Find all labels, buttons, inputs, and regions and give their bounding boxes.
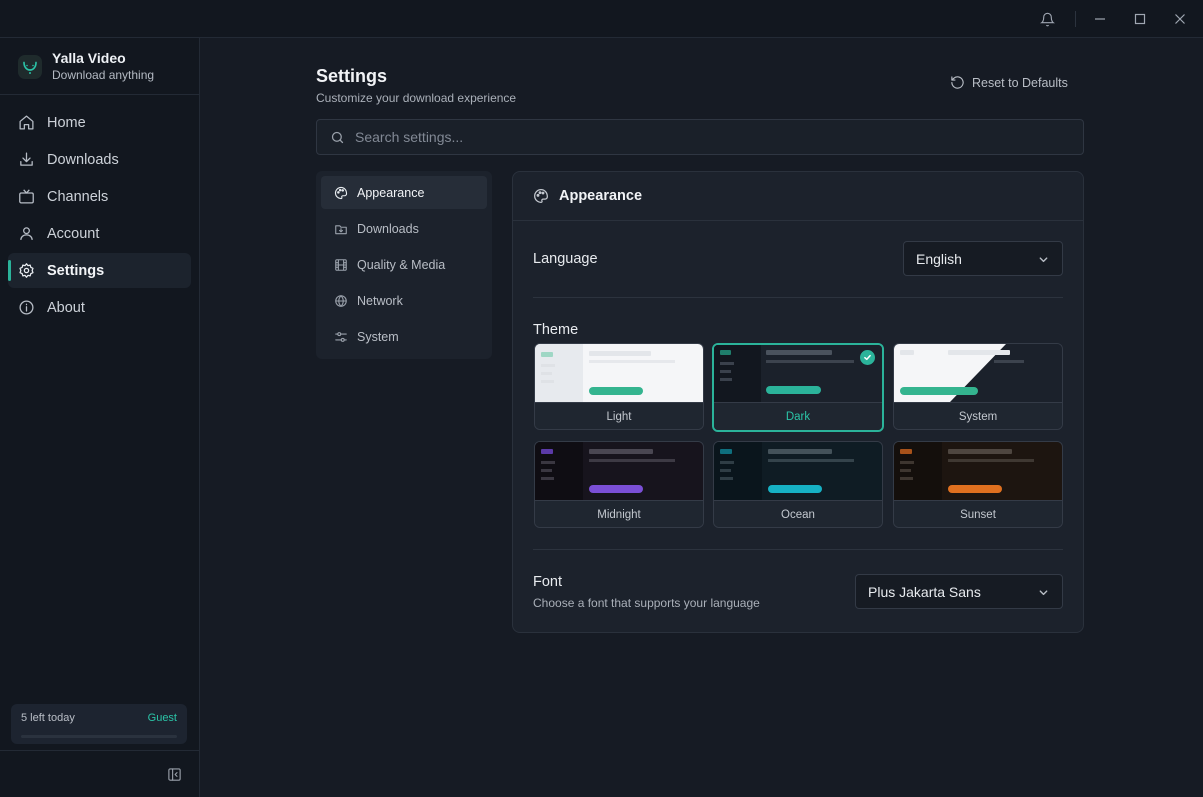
selected-check-icon [860,350,875,365]
sidebar-item-label: Settings [47,262,105,279]
titlebar-divider [1075,11,1076,27]
sidebar-item-label: Downloads [47,151,119,168]
home-icon [19,115,34,130]
sidebar-item-channels[interactable]: Channels [8,179,191,214]
theme-preview-light [535,344,703,402]
category-appearance[interactable]: Appearance [321,176,487,209]
sidebar: Yalla Video Download anything Home Downl… [0,38,200,797]
category-label: Quality & Media [357,257,446,272]
language-label: Language [533,251,598,267]
category-label: System [357,329,399,344]
minimize-icon[interactable] [1090,9,1110,29]
account-badge[interactable]: Guest [148,712,177,724]
search-icon [331,131,344,143]
title-bar [0,0,1203,38]
theme-name: Sunset [894,500,1062,527]
sliders-icon [335,331,347,342]
close-icon[interactable] [1170,9,1190,29]
sidebar-divider [0,750,199,751]
appearance-card: Appearance Language English Theme Light [512,171,1084,633]
theme-option-light[interactable]: Light [534,343,704,430]
app-tagline: Download anything [52,68,155,82]
chevron-down-icon [1039,590,1048,596]
collapse-sidebar-icon[interactable] [167,767,182,782]
page-subtitle: Customize your download experience [316,91,517,105]
language-select[interactable]: English [903,241,1063,276]
sidebar-item-label: About [47,299,85,316]
maximize-icon[interactable] [1130,9,1150,29]
user-icon [20,227,33,240]
globe-icon [335,294,347,307]
app-name: Yalla Video [52,50,126,66]
sidebar-item-settings[interactable]: Settings [8,253,191,288]
film-icon [335,258,347,271]
category-quality-media[interactable]: Quality & Media [321,248,487,281]
theme-preview-system [894,344,1062,402]
theme-label: Theme [533,322,579,338]
sidebar-item-downloads[interactable]: Downloads [8,142,191,177]
theme-option-system[interactable]: System [893,343,1063,430]
reset-icon [951,76,964,89]
section-divider [533,549,1063,550]
theme-preview-dark [714,345,882,402]
font-description: Choose a font that supports your languag… [533,596,760,610]
daily-quota: 5 left today Guest [11,704,187,744]
palette-icon [334,186,348,199]
theme-preview-midnight [535,442,703,500]
download-icon [20,152,33,166]
font-label: Font [533,574,563,590]
font-select[interactable]: Plus Jakarta Sans [855,574,1063,609]
category-label: Network [357,293,403,308]
category-label: Appearance [357,185,425,200]
info-icon [19,300,34,315]
sidebar-item-label: Account [47,225,100,242]
font-value: Plus Jakarta Sans [868,583,981,600]
theme-name: Ocean [714,500,882,527]
category-system[interactable]: System [321,320,487,353]
page-title: Settings [316,66,388,86]
theme-option-midnight[interactable]: Midnight [534,441,704,528]
sidebar-item-about[interactable]: About [8,290,191,325]
palette-icon [534,189,548,203]
sidebar-divider [0,94,199,95]
theme-option-sunset[interactable]: Sunset [893,441,1063,528]
gear-icon [19,263,34,278]
bell-icon[interactable] [1037,9,1057,29]
folder-download-icon [335,224,347,234]
app-logo-icon [18,54,42,79]
sidebar-nav: Home Downloads Channels Account Settings… [8,105,191,327]
theme-option-dark[interactable]: Dark [712,343,884,432]
theme-preview-ocean [714,442,882,500]
sidebar-item-label: Channels [47,188,109,205]
tv-icon [19,189,34,204]
search-input[interactable] [355,129,1035,145]
theme-name: Dark [714,402,882,430]
settings-categories: Appearance Downloads Quality & Media Net… [316,171,492,359]
theme-preview-sunset [894,442,1062,500]
language-value: English [916,250,962,267]
reset-label: Reset to Defaults [972,75,1068,90]
theme-name: Midnight [535,500,703,527]
section-divider [533,297,1063,298]
theme-name: System [894,402,1062,429]
reset-defaults-button[interactable]: Reset to Defaults [950,75,1068,90]
card-title: Appearance [559,188,643,204]
quota-progress [21,735,177,738]
theme-option-ocean[interactable]: Ocean [713,441,883,528]
search-bar [316,119,1084,155]
chevron-down-icon [1039,257,1048,263]
card-header: Appearance [513,172,1083,221]
theme-name: Light [535,402,703,429]
category-downloads[interactable]: Downloads [321,212,487,245]
sidebar-item-label: Home [47,114,86,131]
sidebar-item-account[interactable]: Account [8,216,191,251]
brand: Yalla Video Download anything [18,50,154,83]
sidebar-item-home[interactable]: Home [8,105,191,140]
category-network[interactable]: Network [321,284,487,317]
category-label: Downloads [357,221,419,236]
